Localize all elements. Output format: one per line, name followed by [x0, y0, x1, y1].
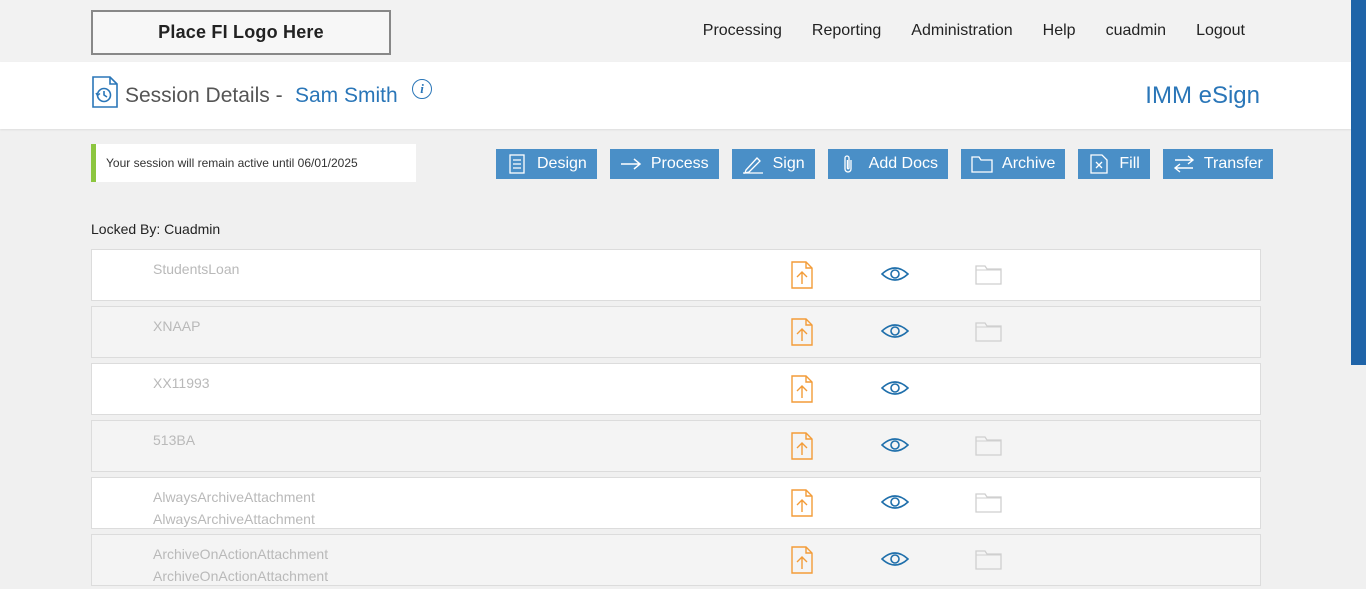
nav-user[interactable]: cuadmin — [1106, 22, 1166, 40]
document-names: XNAAP — [153, 315, 200, 337]
transfer-button[interactable]: Transfer — [1162, 149, 1273, 179]
document-names: 513BA — [153, 429, 195, 451]
upload-document-icon[interactable] — [791, 375, 813, 403]
info-icon[interactable]: i — [412, 79, 432, 99]
document-name: XNAAP — [153, 318, 201, 334]
upload-document-icon[interactable] — [791, 432, 813, 460]
view-eye-icon[interactable] — [881, 436, 909, 454]
upload-document-icon[interactable] — [791, 318, 813, 346]
upload-document-icon[interactable] — [791, 489, 813, 517]
archive-folder-icon[interactable] — [975, 549, 1002, 570]
session-notice-text: Your session will remain active until 06… — [106, 156, 358, 170]
upload-document-icon[interactable] — [791, 546, 813, 574]
product-brand: IMM eSign — [1145, 82, 1260, 109]
session-history-icon — [92, 76, 118, 108]
document-name: ArchiveOnActionAttachment — [153, 546, 329, 562]
fill-label: Fill — [1119, 155, 1140, 172]
fill-button[interactable]: Fill — [1078, 149, 1150, 179]
document-row: StudentsLoan — [91, 249, 1261, 301]
paperclip-icon — [843, 155, 852, 173]
archive-folder-icon[interactable] — [975, 492, 1002, 513]
page-title: Session Details - — [125, 84, 283, 107]
process-button[interactable]: Process — [609, 149, 719, 179]
nav-reporting[interactable]: Reporting — [812, 22, 881, 40]
design-button[interactable]: Design — [496, 149, 597, 179]
view-eye-icon[interactable] — [881, 322, 909, 340]
document-names: StudentsLoan — [153, 258, 239, 280]
logo-placeholder: Place FI Logo Here — [91, 10, 391, 55]
sign-label: Sign — [772, 155, 805, 172]
sign-button[interactable]: Sign — [731, 149, 815, 179]
archive-folder-icon[interactable] — [975, 321, 1002, 342]
view-eye-icon[interactable] — [881, 265, 909, 283]
document-row: ArchiveOnActionAttachment ArchiveOnAction… — [91, 534, 1261, 586]
document-row: XX11993 — [91, 363, 1261, 415]
nav-administration[interactable]: Administration — [911, 22, 1012, 40]
customer-name: Sam Smith — [295, 84, 398, 107]
document-names: XX11993 — [153, 372, 210, 394]
document-row: AlwaysArchiveAttachment AlwaysArchiveAtta… — [91, 477, 1261, 529]
nav-processing[interactable]: Processing — [703, 22, 782, 40]
document-name: XX11993 — [153, 375, 210, 391]
document-name: StudentsLoan — [153, 261, 240, 277]
folder-icon — [971, 156, 993, 173]
upload-document-icon[interactable] — [791, 261, 813, 289]
nav-logout[interactable]: Logout — [1196, 22, 1245, 40]
document-names: ArchiveOnActionAttachment ArchiveOnAction… — [153, 543, 328, 587]
transfer-icon — [1173, 155, 1194, 173]
document-list: StudentsLoan XNAAP XX11993 513BA AlwaysArchi… — [91, 249, 1261, 589]
document-name: AlwaysArchiveAttachment — [153, 489, 315, 505]
document-name: 513BA — [153, 432, 196, 448]
document-name: AlwaysArchiveAttachment — [153, 511, 315, 527]
document-names: AlwaysArchiveAttachment AlwaysArchiveAtta… — [153, 486, 315, 530]
session-notice: Your session will remain active until 06… — [91, 144, 416, 182]
main-nav: Processing Reporting Administration Help… — [703, 22, 1245, 40]
archive-folder-icon[interactable] — [975, 264, 1002, 285]
fill-doc-icon — [1090, 154, 1109, 174]
transfer-label: Transfer — [1203, 155, 1263, 172]
locked-by-label: Locked By: Cuadmin — [91, 221, 221, 237]
view-eye-icon[interactable] — [881, 550, 909, 568]
page-header: Session Details - Sam Smith i IMM eSign — [0, 62, 1351, 129]
design-label: Design — [537, 155, 587, 172]
top-bar: Place FI Logo Here Processing Reporting … — [0, 0, 1366, 62]
add-docs-label: Add Docs — [868, 155, 939, 172]
document-row: 513BA — [91, 420, 1261, 472]
process-label: Process — [650, 155, 709, 172]
arrow-right-icon — [620, 158, 641, 170]
action-toolbar: Design Process Sign Add Docs Archive Fil… — [496, 149, 1273, 179]
archive-button[interactable]: Archive — [961, 149, 1066, 179]
design-icon — [509, 154, 525, 174]
nav-help[interactable]: Help — [1043, 22, 1076, 40]
add-docs-button[interactable]: Add Docs — [827, 149, 949, 179]
scrollbar[interactable] — [1351, 0, 1366, 365]
view-eye-icon[interactable] — [881, 493, 909, 511]
pen-icon — [742, 157, 763, 174]
document-name: ArchiveOnActionAttachment — [153, 568, 329, 584]
view-eye-icon[interactable] — [881, 379, 909, 397]
archive-folder-icon[interactable] — [975, 435, 1002, 456]
archive-label: Archive — [1002, 155, 1056, 172]
document-row: XNAAP — [91, 306, 1261, 358]
